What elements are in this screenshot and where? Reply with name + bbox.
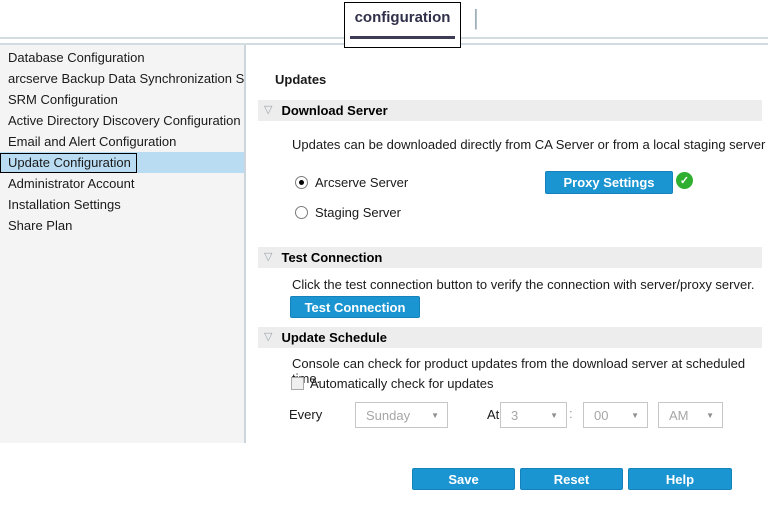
tab-active-underline (350, 36, 455, 39)
every-label: Every (289, 407, 322, 422)
section-header-update-schedule[interactable]: ▽ Update Schedule (258, 327, 762, 348)
sidebar: Database Configuration arcserve Backup D… (0, 45, 246, 443)
chevron-down-icon: ▼ (631, 411, 647, 420)
sidebar-item-share-plan[interactable]: Share Plan (0, 215, 244, 236)
configuration-page: configuration | Database Configuration a… (0, 0, 768, 508)
collapse-triangle-icon: ▽ (264, 247, 272, 268)
sidebar-item-update-configuration-label: Update Configuration (0, 153, 137, 173)
checkbox-icon[interactable] (291, 377, 304, 390)
radio-arcserve-server[interactable]: Arcserve Server (295, 175, 408, 190)
collapse-triangle-icon: ▽ (264, 100, 272, 121)
proxy-settings-button[interactable]: Proxy Settings (545, 171, 673, 194)
section-title-download-server: Download Server (281, 103, 387, 118)
chevron-down-icon: ▼ (550, 411, 566, 420)
sidebar-item-active-directory-discovery[interactable]: Active Directory Discovery Configuration (0, 110, 244, 131)
radio-staging-server-label: Staging Server (315, 205, 401, 220)
section-title-test-connection: Test Connection (281, 250, 382, 265)
test-connection-button[interactable]: Test Connection (290, 296, 420, 318)
save-button[interactable]: Save (412, 468, 515, 490)
time-colon-separator: : (569, 406, 573, 421)
section-header-test-connection[interactable]: ▽ Test Connection (258, 247, 762, 268)
sidebar-item-srm-configuration[interactable]: SRM Configuration (0, 89, 244, 110)
auto-update-checkbox-label: Automatically check for updates (310, 376, 494, 391)
radio-button-icon[interactable] (295, 176, 308, 189)
sidebar-item-database-configuration[interactable]: Database Configuration (0, 47, 244, 68)
success-check-icon: ✓ (676, 172, 693, 189)
day-select-value: Sunday (356, 408, 431, 423)
test-connection-description: Click the test connection button to veri… (292, 277, 754, 292)
sidebar-item-administrator-account[interactable]: Administrator Account (0, 173, 244, 194)
minute-select[interactable]: 00 ▼ (583, 402, 648, 428)
ampm-select[interactable]: AM ▼ (658, 402, 723, 428)
section-title-update-schedule: Update Schedule (281, 330, 386, 345)
radio-arcserve-server-label: Arcserve Server (315, 175, 408, 190)
sidebar-item-installation-settings[interactable]: Installation Settings (0, 194, 244, 215)
hour-select-value: 3 (501, 408, 550, 423)
reset-button[interactable]: Reset (520, 468, 623, 490)
help-button[interactable]: Help (628, 468, 732, 490)
collapse-triangle-icon: ▽ (264, 327, 272, 348)
auto-update-checkbox-row[interactable]: Automatically check for updates (291, 376, 494, 391)
section-header-download-server[interactable]: ▽ Download Server (258, 100, 762, 121)
day-select[interactable]: Sunday ▼ (355, 402, 448, 428)
sidebar-item-backup-data-sync-schedule[interactable]: arcserve Backup Data Synchronization Sch… (0, 68, 244, 89)
chevron-down-icon: ▼ (431, 411, 447, 420)
radio-button-icon[interactable] (295, 206, 308, 219)
at-label: At (487, 407, 499, 422)
page-title: Updates (275, 72, 326, 87)
sidebar-item-update-configuration[interactable]: Update Configuration (0, 152, 244, 173)
chevron-down-icon: ▼ (706, 411, 722, 420)
ampm-select-value: AM (659, 408, 706, 423)
tab-configuration-label: configuration (345, 9, 460, 26)
download-server-description: Updates can be downloaded directly from … (292, 137, 765, 152)
tab-separator: | (473, 5, 479, 31)
radio-staging-server[interactable]: Staging Server (295, 205, 401, 220)
hour-select[interactable]: 3 ▼ (500, 402, 567, 428)
sidebar-item-email-and-alert[interactable]: Email and Alert Configuration (0, 131, 244, 152)
tab-configuration[interactable]: configuration (344, 2, 461, 48)
minute-select-value: 00 (584, 408, 631, 423)
